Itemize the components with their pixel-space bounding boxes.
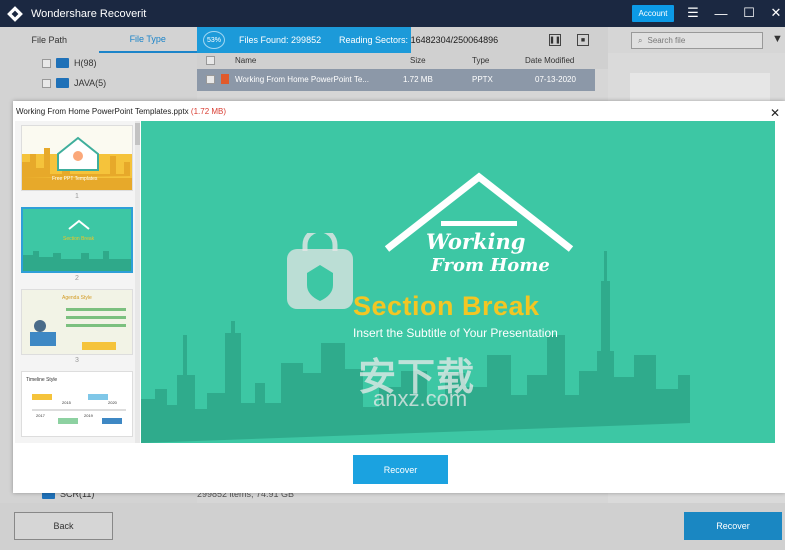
account-button[interactable]: Account (632, 5, 674, 22)
maximize-button[interactable]: ☐ (740, 4, 758, 22)
column-size[interactable]: Size (410, 56, 426, 65)
table-row[interactable]: Working From Home PowerPoint Te... 1.72 … (197, 69, 595, 91)
back-button[interactable]: Back (14, 512, 113, 540)
watermark-bag-icon (287, 233, 353, 309)
table-header: Name Size Type Date Modified (197, 53, 608, 69)
preview-filesize: (1.72 MB) (190, 107, 227, 116)
slide-title-line2: From Home (431, 255, 550, 276)
folder-icon (56, 58, 69, 68)
tree-item-java[interactable]: JAVA(5) (42, 75, 106, 91)
slide-number: 2 (75, 275, 79, 282)
checkbox[interactable] (42, 58, 51, 68)
stop-button[interactable]: ■ (577, 34, 589, 46)
thumbnail-scrollbar[interactable] (135, 121, 140, 443)
title-bar: Wondershare Recoverit Account ☰ — ☐ ✕ (0, 0, 785, 27)
timeline-year: 2015 (62, 400, 71, 405)
slide-thumbnail-2[interactable]: Section Break (21, 207, 133, 273)
preview-filename: Working From Home PowerPoint Templates.p… (16, 107, 189, 116)
slide-2-caption: Section Break (63, 236, 95, 242)
slide-thumbnail-4[interactable]: Timeline Style 2015 2020 2017 2019 (21, 371, 133, 437)
files-found: Files Found: 299852 (239, 35, 321, 45)
preview-dialog: Working From Home PowerPoint Templates.p… (13, 101, 785, 493)
view-tabs: File Path File Type (0, 27, 197, 53)
preview-recover-button[interactable]: Recover (353, 455, 448, 484)
timeline-year: 2017 (36, 413, 45, 418)
column-name[interactable]: Name (235, 56, 256, 65)
slide-3-caption: Agenda Style (62, 295, 92, 301)
reading-sectors: Reading Sectors: 16482304/250064896 (339, 35, 498, 45)
row-type: PPTX (472, 75, 493, 84)
select-all-checkbox[interactable] (206, 56, 215, 65)
row-size: 1.72 MB (403, 75, 433, 84)
slide-number: 3 (75, 357, 79, 364)
search-input[interactable]: Search file (647, 36, 685, 45)
column-date[interactable]: Date Modified (525, 56, 574, 65)
slide-thumbnails: Free PPT Templates 1 Section Break 2 Age… (15, 121, 135, 443)
row-checkbox[interactable] (206, 75, 215, 84)
search-icon: ⌕ (638, 35, 643, 45)
sectors-label: Reading Sectors: (339, 35, 409, 45)
pause-button[interactable]: ❚❚ (549, 34, 561, 46)
bottom-bar: Back Recover (0, 503, 785, 550)
slide-1-caption: Free PPT Templates (52, 176, 98, 182)
slide-number: 1 (75, 193, 79, 200)
scan-percent: 53% (203, 31, 225, 49)
timeline-year: 2019 (84, 413, 93, 418)
scrollbar-thumb[interactable] (135, 123, 140, 145)
tree-item-h[interactable]: H(98) (42, 55, 97, 71)
column-type[interactable]: Type (472, 56, 489, 65)
watermark-url: anxz.com (373, 386, 468, 411)
slide-thumbnail-3[interactable]: Agenda Style (21, 289, 133, 355)
filter-icon[interactable]: ▼ (772, 33, 783, 45)
minimize-button[interactable]: — (712, 4, 730, 22)
slide-title-line1: Working (426, 229, 526, 254)
tree-item-label: JAVA(5) (74, 78, 107, 88)
slide-thumbnail-1[interactable]: Free PPT Templates (21, 125, 133, 191)
folder-icon (56, 78, 69, 88)
row-date: 07-13-2020 (535, 75, 576, 84)
pptx-file-icon (221, 74, 229, 84)
slide-section-heading: Section Break (353, 291, 540, 321)
recover-button[interactable]: Recover (684, 512, 782, 540)
sectors-value: 16482304/250064896 (410, 35, 499, 45)
checkbox[interactable] (42, 78, 51, 88)
tab-file-path[interactable]: File Path (0, 27, 99, 53)
tab-file-type[interactable]: File Type (98, 27, 197, 53)
app-logo-icon (7, 5, 23, 22)
tree-item-label: H(98) (74, 58, 97, 68)
close-icon[interactable]: ✕ (770, 106, 780, 120)
timeline-year: 2020 (108, 400, 117, 405)
app-title: Wondershare Recoverit (31, 7, 147, 20)
row-name: Working From Home PowerPoint Te... (235, 75, 369, 84)
slide-4-caption: Timeline Style (26, 377, 58, 383)
stop-icon: ■ (580, 36, 586, 44)
menu-icon[interactable]: ☰ (684, 4, 702, 22)
close-button[interactable]: ✕ (767, 4, 785, 22)
pause-icon: ❚❚ (549, 37, 561, 44)
search-box[interactable]: ⌕ Search file (631, 32, 763, 49)
preview-title: Working From Home PowerPoint Templates.p… (16, 107, 226, 116)
files-found-label: Files Found: (239, 35, 289, 45)
files-found-value: 299852 (291, 35, 322, 45)
slide-subtitle: Insert the Subtitle of Your Presentation (353, 326, 558, 340)
